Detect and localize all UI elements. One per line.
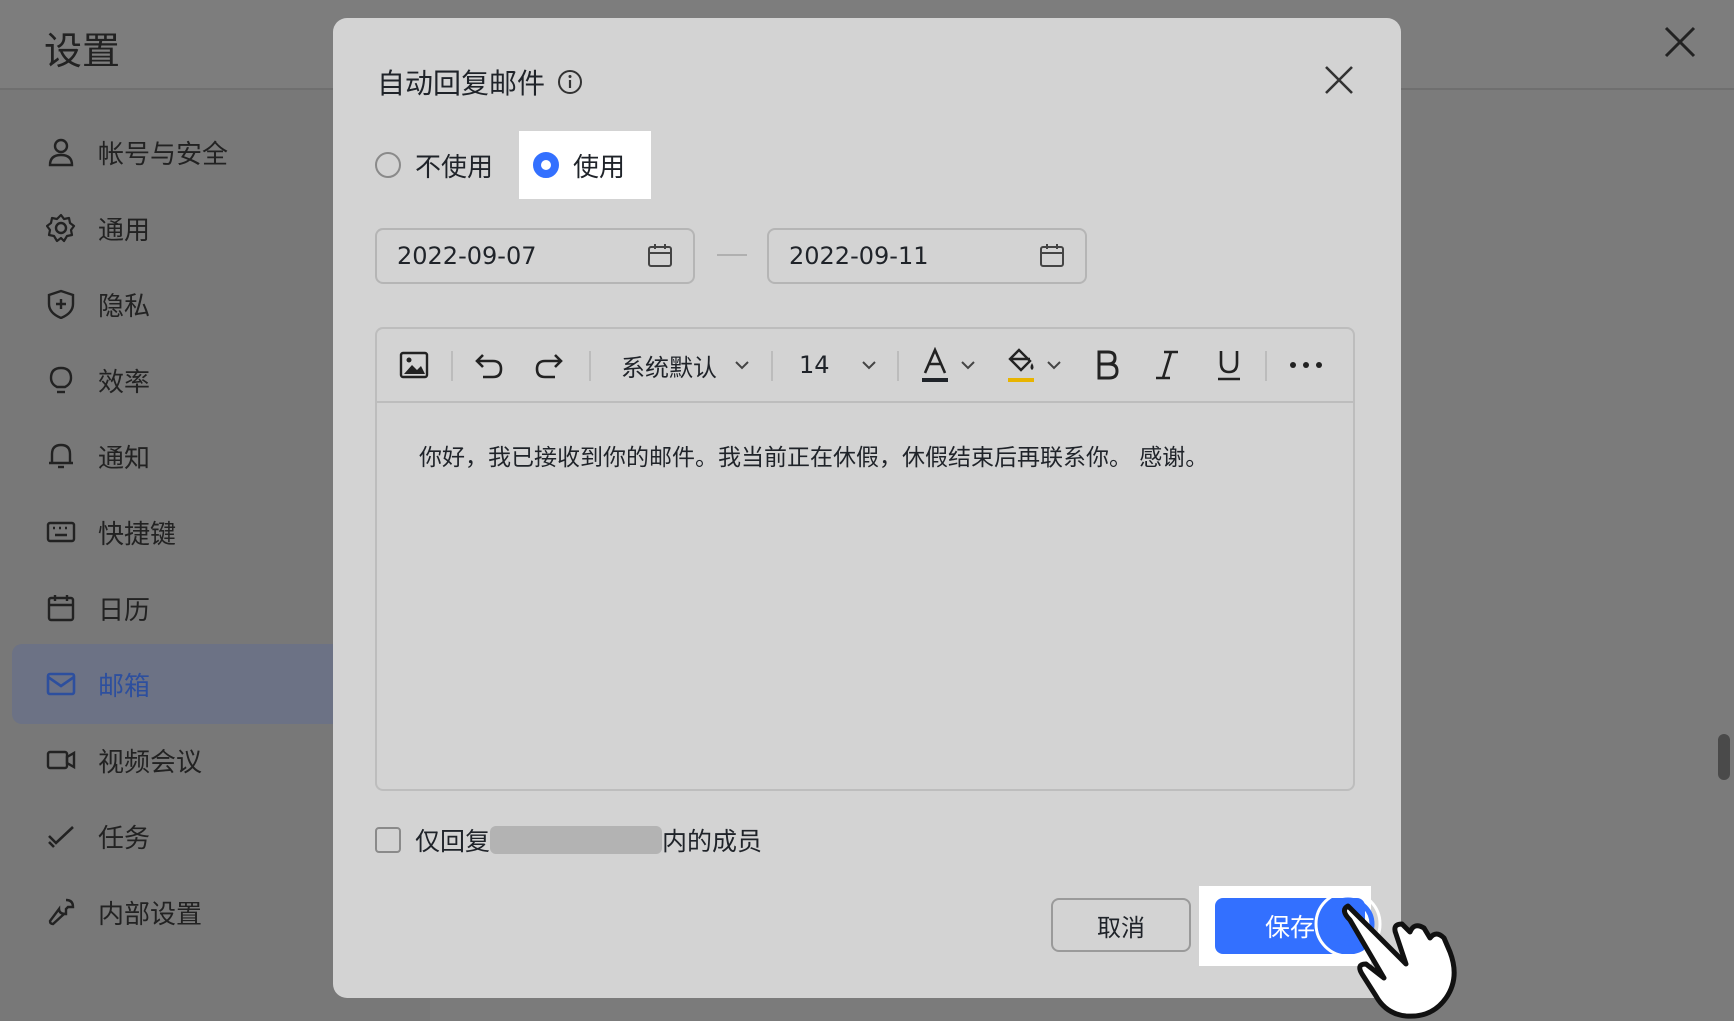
underline-icon xyxy=(1218,351,1240,381)
tap-hand-icon xyxy=(1314,890,1457,1019)
image-icon xyxy=(399,351,429,379)
rich-text-editor: 系统默认 14 你好，我已接收到你的邮件。我当前正在休假，休假结束后再联系你。 … xyxy=(375,327,1355,791)
more-options-button[interactable] xyxy=(1289,345,1323,385)
chevron-down-icon xyxy=(961,361,975,370)
sidebar-item-label: 日历 xyxy=(98,595,151,626)
sidebar-item-label: 任务 xyxy=(98,823,151,854)
lightbulb-icon xyxy=(44,363,78,397)
paint-bucket-icon xyxy=(1008,348,1034,382)
more-icon xyxy=(1290,362,1322,368)
video-icon xyxy=(44,743,78,777)
only-reply-prefix: 仅回复 xyxy=(415,827,491,856)
close-icon[interactable] xyxy=(1323,64,1355,96)
font-family-select[interactable]: 系统默认 xyxy=(621,345,751,385)
bold-icon xyxy=(1097,350,1119,380)
calendar-icon[interactable] xyxy=(647,243,673,269)
chevron-down-icon xyxy=(1047,361,1061,370)
highlight-color-button[interactable] xyxy=(1005,345,1063,385)
bold-button[interactable] xyxy=(1093,345,1121,385)
toolbar-divider xyxy=(771,351,773,381)
start-date-input[interactable]: 2022-09-07 xyxy=(375,228,695,284)
wrench-icon xyxy=(44,895,78,929)
dialog-title: 自动回复邮件 xyxy=(377,62,583,102)
auto-reply-radio-group: 不使用 使用 xyxy=(375,130,652,200)
only-reply-checkbox[interactable] xyxy=(375,827,401,853)
italic-icon xyxy=(1156,350,1178,380)
only-reply-row: 仅回复 内的成员 xyxy=(375,820,762,860)
redacted-organization xyxy=(490,826,663,854)
start-date-value: 2022-09-07 xyxy=(397,242,537,270)
editor-toolbar: 系统默认 14 xyxy=(377,329,1353,403)
radio-disable[interactable] xyxy=(375,152,401,178)
sidebar-item-label: 视频会议 xyxy=(98,747,203,778)
toolbar-divider xyxy=(451,351,453,381)
settings-close-icon[interactable] xyxy=(1662,24,1698,60)
radio-disable-label: 不使用 xyxy=(415,152,494,183)
chevron-down-icon xyxy=(735,361,749,370)
end-date-input[interactable]: 2022-09-11 xyxy=(767,228,1087,284)
info-icon[interactable] xyxy=(557,69,583,95)
check-icon xyxy=(44,819,78,853)
shield-icon xyxy=(44,287,78,321)
end-date-value: 2022-09-11 xyxy=(789,242,929,270)
bell-icon xyxy=(44,439,78,473)
font-size-value: 14 xyxy=(799,351,830,379)
undo-icon xyxy=(475,354,503,379)
calendar-icon[interactable] xyxy=(1039,243,1065,269)
sidebar-item-label: 帐号与安全 xyxy=(98,139,229,170)
radio-option-enable[interactable]: 使用 xyxy=(519,131,652,199)
scrollbar[interactable] xyxy=(1718,734,1730,780)
radio-enable[interactable] xyxy=(533,152,560,178)
sidebar-item-label: 通用 xyxy=(98,215,151,246)
redo-button[interactable] xyxy=(533,345,565,385)
toolbar-divider xyxy=(589,351,591,381)
date-range-separator xyxy=(717,254,747,256)
sidebar-item-label: 效率 xyxy=(98,367,151,398)
undo-button[interactable] xyxy=(473,345,505,385)
calendar-icon xyxy=(44,591,78,625)
sidebar-item-label: 快捷键 xyxy=(98,519,177,550)
settings-title: 设置 xyxy=(44,29,121,73)
sidebar-item-label: 通知 xyxy=(98,443,151,474)
editor-content[interactable]: 你好，我已接收到你的邮件。我当前正在休假，休假结束后再联系你。 感谢。 xyxy=(419,441,1319,475)
insert-image-button[interactable] xyxy=(399,345,429,385)
font-family-value: 系统默认 xyxy=(621,353,717,382)
mail-icon xyxy=(44,667,78,701)
font-size-select[interactable]: 14 xyxy=(799,345,878,385)
chevron-down-icon xyxy=(861,361,876,370)
dialog-title-text: 自动回复邮件 xyxy=(377,67,546,100)
sidebar-item-label: 邮箱 xyxy=(98,671,151,702)
gear-icon xyxy=(44,211,78,245)
radio-option-disable[interactable]: 不使用 xyxy=(375,131,519,199)
redo-icon xyxy=(535,354,563,379)
underline-button[interactable] xyxy=(1215,345,1243,385)
user-icon xyxy=(44,135,78,169)
auto-reply-dialog: 自动回复邮件 不使用 使用 2022-09-07 2022-09-11 系统默认… xyxy=(333,18,1401,998)
text-color-icon xyxy=(922,347,948,382)
only-reply-suffix: 内的成员 xyxy=(662,827,763,856)
text-color-button[interactable] xyxy=(919,345,977,385)
radio-enable-label: 使用 xyxy=(573,152,626,183)
sidebar-item-label: 隐私 xyxy=(98,291,151,322)
italic-button[interactable] xyxy=(1153,345,1181,385)
keyboard-icon xyxy=(44,515,78,549)
toolbar-divider xyxy=(897,351,899,381)
sidebar-item-label: 内部设置 xyxy=(98,899,203,930)
cancel-button[interactable]: 取消 xyxy=(1051,898,1191,952)
toolbar-divider xyxy=(1265,351,1267,381)
